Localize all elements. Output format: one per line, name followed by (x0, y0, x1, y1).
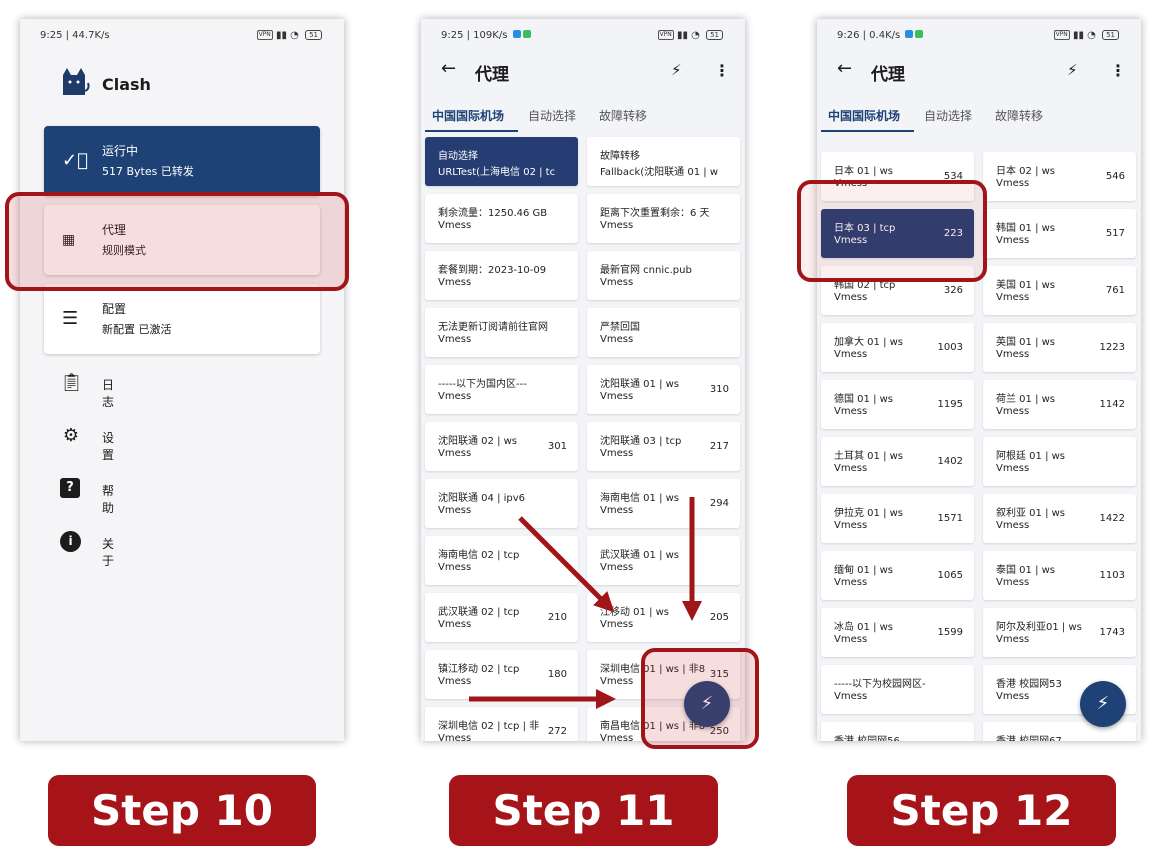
step10-label: Step 10 (48, 775, 316, 846)
step12-label: Step 12 (847, 775, 1116, 846)
step11-label: Step 11 (449, 775, 718, 846)
annotation-arrows (469, 497, 702, 709)
arrow-diagonal (518, 516, 615, 613)
